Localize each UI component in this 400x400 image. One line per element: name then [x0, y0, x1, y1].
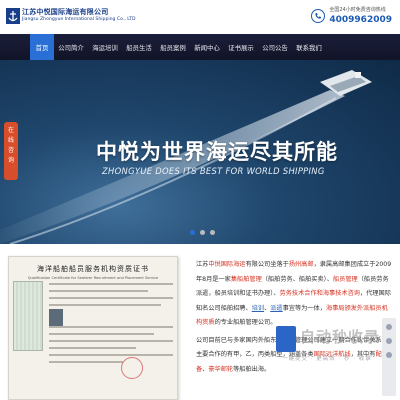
slider-dots: [190, 230, 215, 235]
watermark-text: 自动秒收录: [300, 328, 381, 346]
certificate-image[interactable]: 海洋船舶船员服务机构资质证书 Qualification Certificate…: [8, 256, 178, 400]
certificate-title: 海洋船舶船员服务机构资质证书: [37, 265, 149, 273]
hero-banner[interactable]: 中悦为世界海运尽其所能 ZHONGYUE DOES ITS BEST FOR W…: [0, 60, 400, 244]
watermark-badge-icon: [276, 326, 296, 352]
chat-icon[interactable]: [386, 324, 392, 330]
side-tab-char: 线: [7, 137, 14, 144]
nav-news[interactable]: 新闻中心: [190, 34, 224, 60]
hotline: 全国24小时免费咨询热线 4009962009: [311, 6, 392, 25]
company-name-cn: 江苏中悦国际海运有限公司: [22, 8, 109, 17]
training-link[interactable]: 培训: [252, 305, 264, 312]
banner-title: 中悦为世界海运尽其所能: [96, 140, 338, 164]
nav-training[interactable]: 海运培训: [88, 34, 122, 60]
main-nav: 首页 公司简介 海运培训 船员生活 船员案例 新闻中心 证书展示 公司公告 联系…: [0, 34, 400, 60]
online-consult-tab[interactable]: 在 线 咨 询: [4, 122, 18, 180]
nav-contact[interactable]: 联系我们: [292, 34, 326, 60]
nav-announcements[interactable]: 公司公告: [258, 34, 292, 60]
certificate-subtitle: Qualification Certificate for Seafarer R…: [27, 276, 159, 280]
nav-about[interactable]: 公司简介: [54, 34, 88, 60]
back-to-top-icon[interactable]: [386, 352, 392, 358]
hotline-number[interactable]: 4009962009: [329, 15, 392, 25]
phone-icon[interactable]: [386, 338, 392, 344]
slider-dot[interactable]: [190, 230, 195, 235]
banner-subtitle: ZHONGYUE DOES ITS BEST FOR WORLD SHIPPIN…: [102, 166, 325, 176]
slider-dot[interactable]: [200, 230, 205, 235]
nav-certificates[interactable]: 证书展示: [224, 34, 258, 60]
anchor-logo-icon: [6, 8, 20, 24]
dispatch-link[interactable]: 派遣: [270, 305, 282, 312]
nav-crew-life[interactable]: 船员生活: [122, 34, 156, 60]
company-name-en: Jiangsu Zhongyue International Shipping …: [22, 17, 136, 23]
side-tab-char: 咨: [7, 147, 14, 154]
certificate-seal-icon: [121, 357, 143, 379]
watermark-subtext: 一键提交 · 更高效 · 秒 · 收录: [282, 356, 372, 362]
slider-dot[interactable]: [210, 230, 215, 235]
company-link[interactable]: 中悦国际海运: [208, 261, 245, 268]
certificate-border-pattern: [13, 281, 43, 351]
floating-toolbar[interactable]: [382, 318, 396, 396]
certificate-text-lines: [49, 283, 173, 368]
nav-crew-cases[interactable]: 船员案例: [156, 34, 190, 60]
intro-paragraph-1: 江苏中悦国际海运有限公司坐落于扬州高邮，隶属高邮集团成立于2009年8月是一家集…: [196, 261, 392, 326]
certificate-photo: [49, 309, 63, 326]
phone-icon: [311, 8, 326, 23]
site-header: 江苏中悦国际海运有限公司 Jiangsu Zhongyue Internatio…: [0, 0, 400, 34]
nav-home[interactable]: 首页: [30, 34, 54, 60]
hotline-label: 全国24小时免费咨询热线: [329, 7, 386, 13]
company-logo[interactable]: 江苏中悦国际海运有限公司 Jiangsu Zhongyue Internatio…: [6, 3, 166, 29]
side-tab-char: 在: [7, 127, 14, 134]
side-tab-char: 询: [7, 157, 14, 164]
